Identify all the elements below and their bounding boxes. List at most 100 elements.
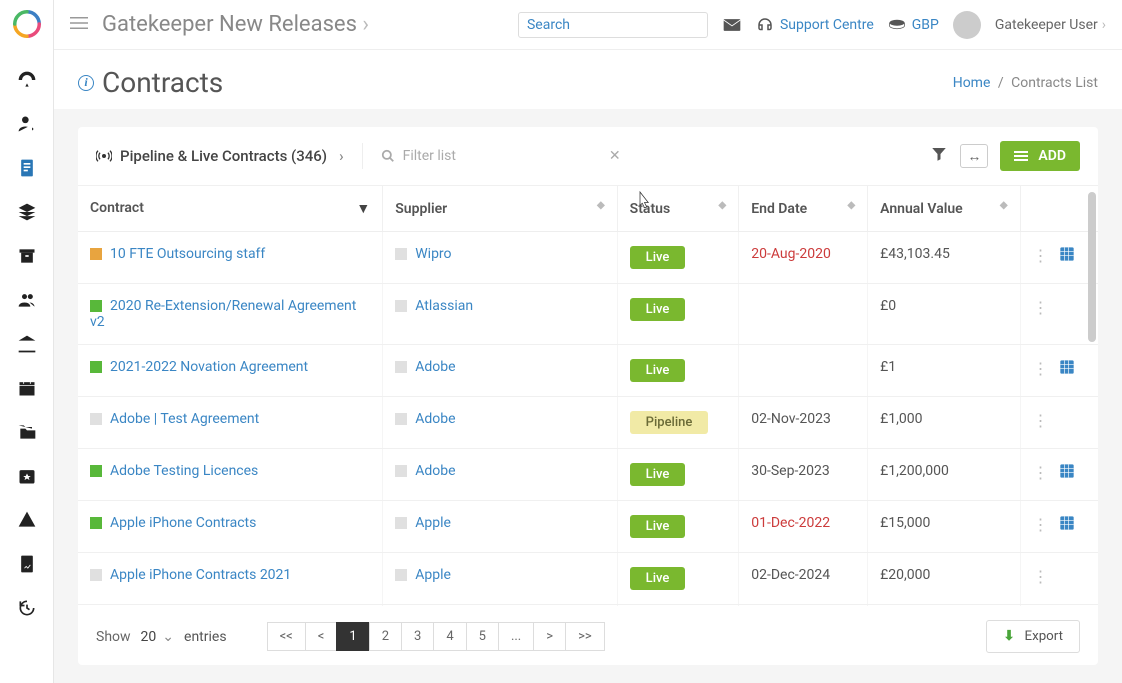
- table-row: Apple iPhone Contracts 2021AppleLive02-D…: [78, 553, 1098, 605]
- breadcrumb-home[interactable]: Home: [953, 75, 991, 91]
- page-button[interactable]: <<: [267, 622, 306, 651]
- contract-link[interactable]: 10 FTE Outsourcing staff: [110, 246, 265, 262]
- support-link[interactable]: Support Centre: [756, 16, 874, 34]
- col-status[interactable]: Status◆: [617, 186, 739, 232]
- show-label: Show: [96, 629, 131, 645]
- contracts-card: Pipeline & Live Contracts (346) › ✕ ↔: [78, 127, 1098, 665]
- menu-icon[interactable]: [70, 14, 88, 36]
- nav-alert-icon[interactable]: [0, 498, 54, 542]
- supplier-link[interactable]: Apple: [415, 567, 451, 583]
- page-button[interactable]: <: [305, 622, 338, 651]
- annual-value: £1,000: [868, 397, 1020, 449]
- supplier-square: [395, 300, 407, 312]
- row-menu-icon[interactable]: ⋮: [1033, 515, 1049, 534]
- nav-calendar-icon[interactable]: [0, 366, 54, 410]
- col-annual-value[interactable]: Annual Value◆: [868, 186, 1020, 232]
- contract-link[interactable]: 2021-2022 Novation Agreement: [110, 359, 308, 375]
- row-menu-icon[interactable]: ⋮: [1033, 298, 1049, 317]
- page-button[interactable]: 4: [433, 622, 466, 651]
- page-button[interactable]: 2: [369, 622, 402, 651]
- nav-history-icon[interactable]: [0, 586, 54, 630]
- export-icon: ⬇: [1003, 629, 1014, 644]
- annual-value: £15,000: [868, 501, 1020, 553]
- col-contract[interactable]: Contract▼: [78, 186, 383, 232]
- nav-layers-icon[interactable]: [0, 190, 54, 234]
- supplier-square: [395, 465, 407, 477]
- annual-value: £1,200,000: [868, 449, 1020, 501]
- global-search[interactable]: [518, 12, 708, 38]
- col-supplier[interactable]: Supplier◆: [383, 186, 617, 232]
- user-menu[interactable]: Gatekeeper User ›: [995, 17, 1106, 33]
- page-button[interactable]: 5: [466, 622, 499, 651]
- end-date: 02-Dec-2024: [751, 567, 830, 583]
- table-row: 2020 Re-Extension/Renewal Agreement v2 At…: [78, 284, 1098, 345]
- grid-icon[interactable]: [1059, 359, 1075, 379]
- nav-favorite-icon[interactable]: [0, 454, 54, 498]
- app-logo: [13, 10, 41, 38]
- supplier-link[interactable]: Adobe: [415, 463, 455, 479]
- contract-link[interactable]: Adobe Testing Licences: [110, 463, 258, 479]
- top-title[interactable]: Gatekeeper New Releases: [102, 12, 369, 37]
- supplier-square: [395, 569, 407, 581]
- status-badge: Live: [630, 298, 686, 321]
- annual-value: £434,745: [868, 605, 1020, 607]
- row-menu-icon[interactable]: ⋮: [1033, 359, 1049, 378]
- nav-archive-icon[interactable]: [0, 234, 54, 278]
- row-menu-icon[interactable]: ⋮: [1033, 411, 1049, 430]
- supplier-link[interactable]: Atlassian: [415, 298, 473, 314]
- page-button[interactable]: 1: [336, 622, 369, 651]
- nav-dashboard-icon[interactable]: [0, 58, 54, 102]
- nav-bank-icon[interactable]: [0, 322, 54, 366]
- contract-link[interactable]: Adobe | Test Agreement: [110, 411, 259, 427]
- info-icon[interactable]: i: [78, 75, 94, 91]
- grid-icon[interactable]: [1059, 515, 1075, 535]
- global-search-input[interactable]: [527, 17, 705, 33]
- table-row: Adobe Testing LicencesAdobeLive30-Sep-20…: [78, 449, 1098, 501]
- column-resize-icon[interactable]: ↔: [960, 144, 988, 168]
- contract-link[interactable]: 2020 Re-Extension/Renewal Agreement v2: [90, 298, 356, 330]
- annual-value: £1: [868, 345, 1020, 397]
- contract-link[interactable]: Apple iPhone Contracts 2021: [110, 567, 291, 583]
- clear-filter-icon[interactable]: ✕: [609, 148, 621, 164]
- supplier-link[interactable]: Wipro: [415, 246, 451, 262]
- page-button[interactable]: >: [533, 622, 566, 651]
- supplier-link[interactable]: Adobe: [415, 359, 455, 375]
- mail-icon[interactable]: [722, 15, 742, 35]
- pagination: <<<12345...>>>: [267, 622, 605, 651]
- user-avatar[interactable]: [953, 11, 981, 39]
- end-date: 02-Nov-2023: [751, 411, 831, 427]
- supplier-link[interactable]: Adobe: [415, 411, 455, 427]
- row-menu-icon[interactable]: ⋮: [1033, 246, 1049, 265]
- entries-label: entries: [184, 629, 227, 645]
- filter-list-input[interactable]: [403, 148, 601, 164]
- currency-selector[interactable]: GBP: [888, 17, 939, 33]
- end-date: 20-Aug-2020: [751, 246, 831, 262]
- funnel-icon[interactable]: [930, 145, 948, 167]
- nav-report-icon[interactable]: [0, 542, 54, 586]
- grid-icon[interactable]: [1059, 246, 1075, 266]
- export-button[interactable]: ⬇ Export: [986, 620, 1080, 653]
- page-button[interactable]: >>: [565, 622, 605, 651]
- grid-icon[interactable]: [1059, 463, 1075, 483]
- page-button[interactable]: ...: [498, 622, 534, 651]
- add-button[interactable]: ADD: [1000, 141, 1080, 171]
- nav-users-icon[interactable]: [0, 278, 54, 322]
- status-square: [90, 248, 102, 260]
- status-badge: Pipeline: [630, 411, 709, 434]
- supplier-square: [395, 413, 407, 425]
- contract-link[interactable]: Apple iPhone Contracts: [110, 515, 256, 531]
- page-button[interactable]: 3: [401, 622, 434, 651]
- nav-contracts-icon[interactable]: [0, 146, 54, 190]
- supplier-link[interactable]: Apple: [415, 515, 451, 531]
- left-sidebar: [0, 0, 54, 683]
- entries-select[interactable]: 20 ⌄: [141, 629, 174, 645]
- row-menu-icon[interactable]: ⋮: [1033, 567, 1049, 586]
- row-menu-icon[interactable]: ⋮: [1033, 463, 1049, 482]
- col-end-date[interactable]: End Date◆: [739, 186, 868, 232]
- saved-filter-title[interactable]: Pipeline & Live Contracts (346) ›: [96, 147, 344, 165]
- status-badge: Live: [630, 515, 686, 538]
- annual-value: £43,103.45: [868, 232, 1020, 284]
- nav-user-settings-icon[interactable]: [0, 102, 54, 146]
- nav-folders-icon[interactable]: [0, 410, 54, 454]
- page-header: i Contracts Home / Contracts List: [54, 50, 1122, 109]
